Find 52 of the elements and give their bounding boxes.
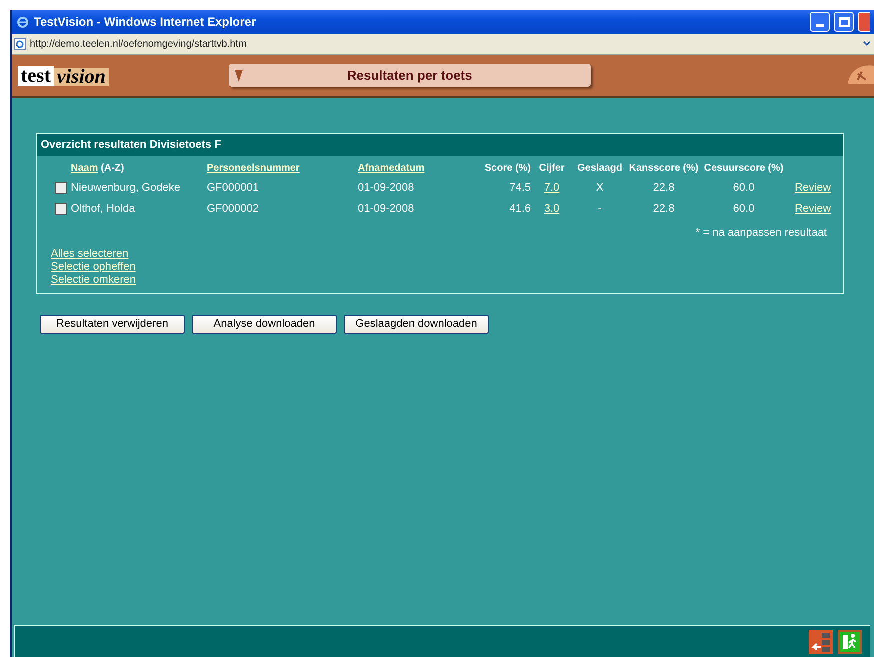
review-link[interactable]: Review xyxy=(795,182,832,194)
table-cell: 22.8 xyxy=(653,182,675,194)
action-button[interactable]: Analyse downloaden xyxy=(192,314,337,334)
column-header: Cesuurscore (%) xyxy=(704,163,784,174)
selection-link[interactable]: Selectie opheffen xyxy=(51,260,136,272)
column-header: Cijfer xyxy=(539,163,565,174)
sort-order-label: (A-Z) xyxy=(101,163,124,174)
logo-text: test xyxy=(18,66,54,86)
table-cell: 01-09-2008 xyxy=(358,182,414,194)
grade-link[interactable]: 3.0 xyxy=(544,202,560,214)
row-checkbox[interactable] xyxy=(55,182,67,194)
table-cell: 60.0 xyxy=(733,202,755,214)
table-cell: GF000001 xyxy=(207,182,259,194)
maximize-button[interactable] xyxy=(834,12,854,32)
minimize-button[interactable] xyxy=(810,12,830,32)
column-header: Geslaagd xyxy=(577,163,623,174)
menu-title: Resultaten per toets xyxy=(346,66,474,85)
page-icon xyxy=(14,38,26,50)
grade-link[interactable]: 7.0 xyxy=(544,182,560,194)
table-cell: - xyxy=(598,202,602,214)
column-header[interactable]: Naam xyxy=(71,163,98,174)
column-header[interactable]: Afnamedatum xyxy=(358,163,425,174)
table-cell: X xyxy=(596,182,604,194)
table-cell: Nieuwenburg, Godeke xyxy=(71,182,180,194)
table-cell: 60.0 xyxy=(733,182,755,194)
table-cell: 74.5 xyxy=(510,182,531,194)
table-cell: Olthof, Holda xyxy=(71,202,136,214)
browser-icon xyxy=(16,15,30,29)
address-bar[interactable]: http://demo.teelen.nl/oefenomgeving/starttvb.htm xyxy=(12,34,874,55)
table-cell: 22.8 xyxy=(653,202,675,214)
action-button[interactable]: Resultaten verwijderen xyxy=(40,314,185,334)
window-title: TestVision - Windows Internet Explorer xyxy=(34,14,258,31)
table-cell: 41.6 xyxy=(510,202,531,214)
column-header: Kansscore (%) xyxy=(629,163,699,174)
footnote: * = na aanpassen resultaat xyxy=(696,226,827,241)
panel-title: Overzicht resultaten Divisietoets F xyxy=(37,134,843,156)
logo-text: vision xyxy=(54,68,109,86)
address-text: http://demo.teelen.nl/oefenomgeving/starttvb.htm xyxy=(30,38,248,52)
column-header[interactable]: Personeelsnummer xyxy=(207,163,300,174)
row-checkbox[interactable] xyxy=(55,202,67,215)
selection-link[interactable]: Selectie omkeren xyxy=(51,274,136,286)
action-button[interactable]: Geslaagden downloaden xyxy=(344,314,489,334)
dropdown-arrow-icon xyxy=(234,70,243,82)
column-header: Score (%) xyxy=(484,163,531,174)
close-button[interactable] xyxy=(858,12,870,32)
table-cell: GF000002 xyxy=(207,202,259,214)
review-link[interactable]: Review xyxy=(795,202,832,214)
back-list-icon[interactable] xyxy=(809,630,833,654)
exit-icon[interactable] xyxy=(838,630,862,654)
menu-bar[interactable]: Resultaten per toets xyxy=(228,64,591,87)
table-cell: 01-09-2008 xyxy=(358,202,414,214)
selection-link[interactable]: Alles selecteren xyxy=(51,248,129,260)
